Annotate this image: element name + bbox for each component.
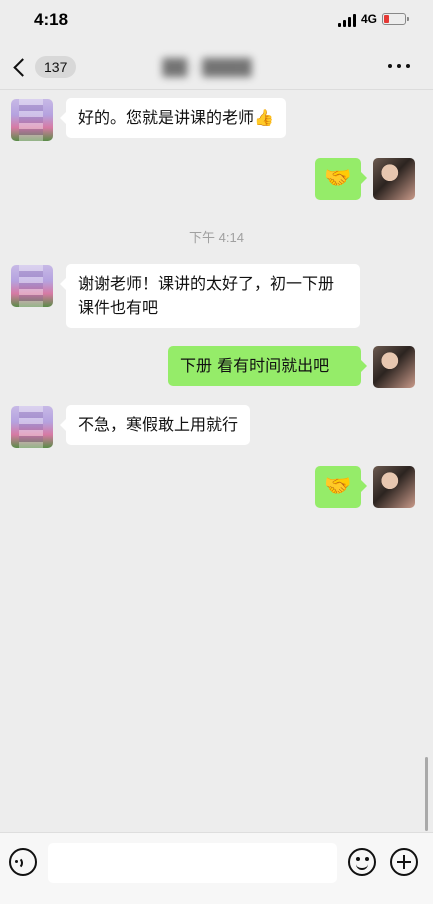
more-button[interactable]	[388, 60, 410, 72]
network-type: 4G	[361, 12, 378, 26]
message-bubble-sent[interactable]: 下册 看有时间就出吧	[168, 346, 367, 386]
contact-avatar[interactable]	[11, 99, 53, 141]
chat-title: ██ · ████	[162, 58, 252, 77]
message-list[interactable]: 好的。您就是讲课的老师👍 🤝 下午 4:14 谢谢老师！课讲的太好了，初一下册课…	[0, 90, 433, 832]
back-button[interactable]: 137	[10, 54, 77, 80]
message-timestamp: 下午 4:14	[189, 230, 244, 245]
scrollbar[interactable]	[425, 757, 428, 831]
signal-icon	[338, 14, 358, 27]
chat-header: 137 ██ · ████	[0, 44, 433, 90]
emoji-icon[interactable]	[348, 848, 376, 876]
unread-count-badge: 137	[35, 56, 77, 78]
status-bar: 4:18 4G	[0, 0, 433, 44]
input-bar	[0, 832, 433, 904]
message-bubble-received[interactable]: 好的。您就是讲课的老师👍	[60, 98, 286, 138]
plus-icon[interactable]	[390, 848, 418, 876]
message-bubble-sent[interactable]: 🤝	[315, 466, 367, 508]
my-avatar[interactable]	[373, 346, 415, 388]
my-avatar[interactable]	[373, 466, 415, 508]
message-bubble-received[interactable]: 谢谢老师！课讲的太好了，初一下册课件也有吧	[60, 264, 360, 328]
status-time: 4:18	[34, 10, 69, 29]
voice-icon[interactable]	[9, 848, 37, 876]
contact-avatar[interactable]	[11, 265, 53, 307]
message-bubble-sent[interactable]: 🤝	[315, 158, 367, 200]
message-bubble-received[interactable]: 不急，寒假敢上用就行	[59, 405, 251, 445]
my-avatar[interactable]	[373, 158, 415, 200]
chevron-left-icon	[13, 57, 32, 77]
battery-icon	[382, 13, 409, 25]
message-input[interactable]	[48, 843, 337, 883]
contact-avatar[interactable]	[11, 406, 53, 448]
